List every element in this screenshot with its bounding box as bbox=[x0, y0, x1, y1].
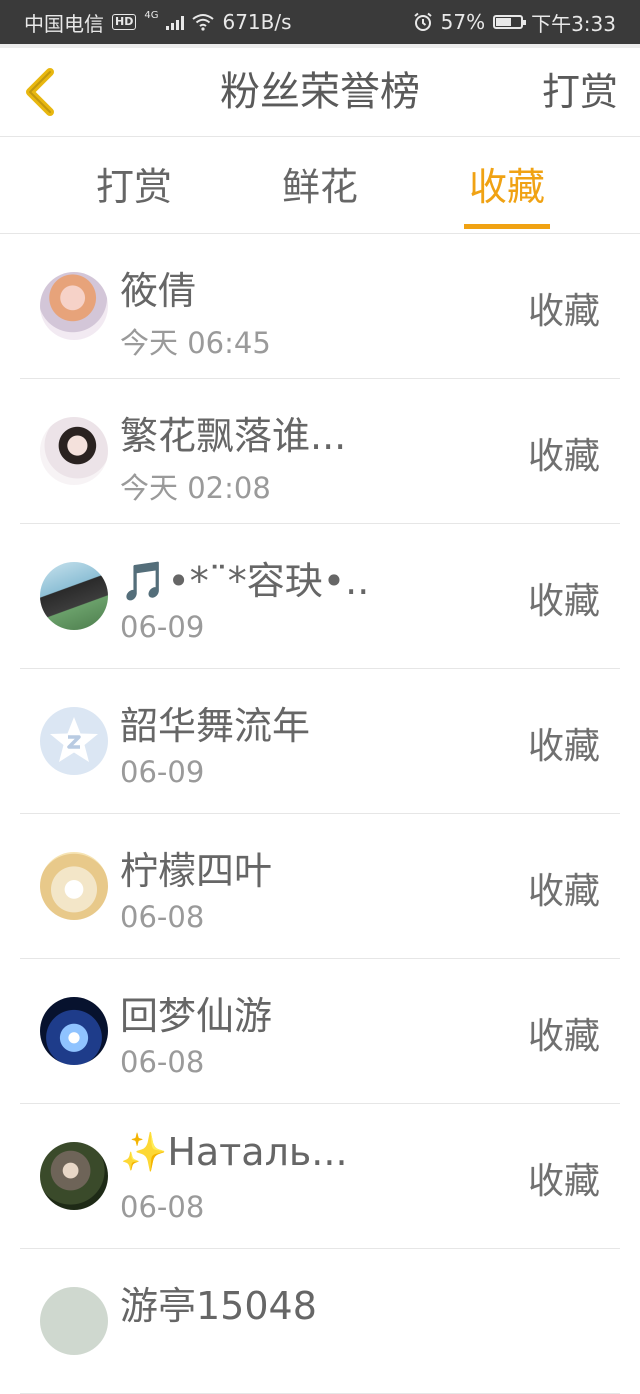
fan-time: 今天 06:45 bbox=[120, 326, 271, 360]
reward-button[interactable]: 打赏 bbox=[542, 48, 618, 136]
carrier-label: 中国电信 bbox=[24, 11, 104, 36]
tab-bar: 打赏 鲜花 收藏 bbox=[0, 137, 640, 234]
tab-flowers[interactable]: 鲜花 bbox=[230, 137, 410, 233]
fan-name: 游亭15048 bbox=[120, 1284, 317, 1328]
fan-name: 柠檬四叶 bbox=[120, 849, 273, 893]
fan-name: ✨Наталь... bbox=[120, 1130, 348, 1174]
fan-time: 06-09 bbox=[120, 755, 205, 789]
fan-name: 回梦仙游 bbox=[120, 994, 273, 1038]
clock: 下午3:33 bbox=[531, 11, 616, 36]
alarm-icon bbox=[413, 12, 432, 31]
avatar bbox=[40, 707, 108, 775]
fan-name: 韶华舞流年 bbox=[120, 704, 311, 748]
hd-icon: HD bbox=[112, 14, 137, 30]
avatar bbox=[40, 562, 108, 630]
status-right: 57% 下午3:33 bbox=[413, 8, 616, 37]
list-item[interactable]: 繁花飘落谁... 今天 02:08 收藏 bbox=[20, 379, 620, 524]
avatar bbox=[40, 1142, 108, 1210]
fan-list: 筱倩 今天 06:45 收藏 繁花飘落谁... 今天 02:08 收藏 🎵•*¨… bbox=[0, 234, 640, 1394]
avatar bbox=[40, 852, 108, 920]
fan-action: 收藏 bbox=[527, 726, 600, 767]
fan-action: 收藏 bbox=[527, 1016, 600, 1057]
fan-name: 🎵•*¨*容玦•... bbox=[120, 559, 370, 603]
battery-fill bbox=[496, 18, 512, 26]
fan-time: 06-08 bbox=[120, 1190, 205, 1224]
avatar bbox=[40, 417, 108, 485]
fan-action: 收藏 bbox=[527, 291, 600, 332]
battery-percent: 57% bbox=[440, 10, 486, 34]
fan-name: 繁花飘落谁... bbox=[120, 414, 347, 458]
signal-icon bbox=[166, 14, 185, 30]
fan-name: 筱倩 bbox=[120, 269, 197, 313]
avatar bbox=[40, 997, 108, 1065]
list-item[interactable]: 筱倩 今天 06:45 收藏 bbox=[20, 234, 620, 379]
fan-action: 收藏 bbox=[527, 1161, 600, 1202]
star-icon bbox=[50, 717, 98, 762]
list-item[interactable]: 韶华舞流年 06-09 收藏 bbox=[20, 669, 620, 814]
avatar bbox=[40, 272, 108, 340]
network-type-label: 4G bbox=[144, 9, 159, 21]
tab-reward[interactable]: 打赏 bbox=[44, 137, 224, 233]
fan-action: 收藏 bbox=[527, 871, 600, 912]
tab-favorites[interactable]: 收藏 bbox=[417, 137, 597, 233]
fan-time: 今天 02:08 bbox=[120, 471, 271, 505]
nav-bar: 粉丝荣誉榜 打赏 bbox=[0, 48, 640, 137]
wifi-icon bbox=[192, 14, 215, 31]
list-item[interactable]: 回梦仙游 06-08 收藏 bbox=[20, 959, 620, 1104]
status-bar: 中国电信 HD 4G 671B/s 57% 下午3:33 bbox=[0, 0, 640, 44]
avatar bbox=[40, 1287, 108, 1355]
network-speed: 671B/s bbox=[222, 10, 292, 34]
fan-time: 06-08 bbox=[120, 1045, 205, 1079]
battery-icon bbox=[493, 15, 527, 29]
list-item[interactable]: 柠檬四叶 06-08 收藏 bbox=[20, 814, 620, 959]
fan-time: 06-08 bbox=[120, 900, 205, 934]
status-left: 中国电信 HD 4G 671B/s bbox=[24, 8, 292, 37]
list-item[interactable]: ✨Наталь... 06-08 收藏 bbox=[20, 1104, 620, 1249]
fan-action: 收藏 bbox=[527, 436, 600, 477]
list-item[interactable]: 🎵•*¨*容玦•... 06-09 收藏 bbox=[20, 524, 620, 669]
list-item[interactable]: 游亭15048 bbox=[20, 1249, 620, 1394]
fan-time: 06-09 bbox=[120, 610, 205, 644]
fan-action: 收藏 bbox=[527, 581, 600, 622]
